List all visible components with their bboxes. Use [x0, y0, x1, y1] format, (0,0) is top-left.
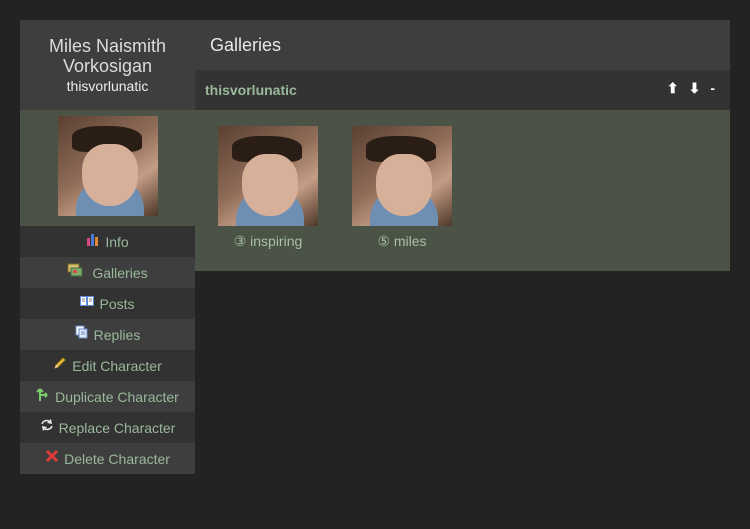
character-name: Miles Naismith Vorkosigan: [48, 36, 167, 76]
menu-item-duplicate-character[interactable]: Duplicate Character: [20, 381, 195, 412]
gallery-icon-caption[interactable]: ③ inspiring: [218, 233, 318, 250]
menu-label-duplicate-character: Duplicate Character: [55, 388, 179, 405]
menu-item-galleries[interactable]: Galleries: [20, 257, 195, 288]
gallery-icon-item[interactable]: ③ inspiring: [218, 126, 318, 250]
gallery-thumbnail[interactable]: [352, 126, 452, 226]
menu-item-edit-character[interactable]: Edit Character: [20, 350, 195, 381]
avatar-box: [20, 110, 195, 226]
move-up-icon[interactable]: ⬆: [667, 80, 679, 97]
gallery-body: ③ inspiring ⑤ miles: [195, 110, 730, 271]
gallery-header: thisvorlunatic ⬆ ⬇ -: [195, 70, 730, 110]
menu-item-delete-character[interactable]: Delete Character: [20, 443, 195, 474]
gallery-thumbnail[interactable]: [218, 126, 318, 226]
replies-icon: [75, 325, 89, 339]
menu-label-delete-character: Delete Character: [64, 450, 170, 467]
menu-item-replace-character[interactable]: Replace Character: [20, 412, 195, 443]
menu-item-posts[interactable]: Posts: [20, 288, 195, 319]
branch-icon: [36, 387, 50, 401]
page-title: Galleries: [195, 20, 730, 70]
character-screenname[interactable]: thisvorlunatic: [20, 77, 195, 95]
character-header: Miles Naismith Vorkosigan thisvorlunatic: [20, 20, 195, 110]
delete-icon: [45, 449, 59, 463]
collapse-button[interactable]: -: [710, 80, 715, 97]
refresh-icon: [40, 418, 54, 432]
pencil-icon: [53, 356, 67, 370]
main-content: Galleries thisvorlunatic ⬆ ⬇ - ③ inspiri…: [195, 20, 730, 271]
avatar: [58, 116, 158, 216]
menu-label-replies: Replies: [93, 326, 141, 343]
menu-label-posts: Posts: [99, 295, 135, 312]
gallery-controls: ⬆ ⬇ -: [667, 80, 715, 97]
gallery-icon-caption[interactable]: ⑤ miles: [352, 233, 452, 250]
character-sidebar: Miles Naismith Vorkosigan thisvorlunatic…: [20, 20, 195, 474]
menu-item-info[interactable]: Info: [20, 226, 195, 257]
menu-label-info: Info: [105, 233, 129, 250]
move-down-icon[interactable]: ⬇: [689, 80, 701, 97]
menu-label-replace-character: Replace Character: [58, 419, 176, 436]
chart-icon: [86, 232, 100, 246]
gallery-icon-item[interactable]: ⑤ miles: [352, 126, 452, 250]
gallery-name-link[interactable]: thisvorlunatic: [205, 82, 297, 98]
galleries-icon: [67, 263, 83, 277]
book-icon: [80, 294, 95, 308]
menu-label-galleries: Galleries: [92, 264, 148, 281]
menu-item-replies[interactable]: Replies: [20, 319, 195, 350]
menu-label-edit-character: Edit Character: [72, 357, 162, 374]
